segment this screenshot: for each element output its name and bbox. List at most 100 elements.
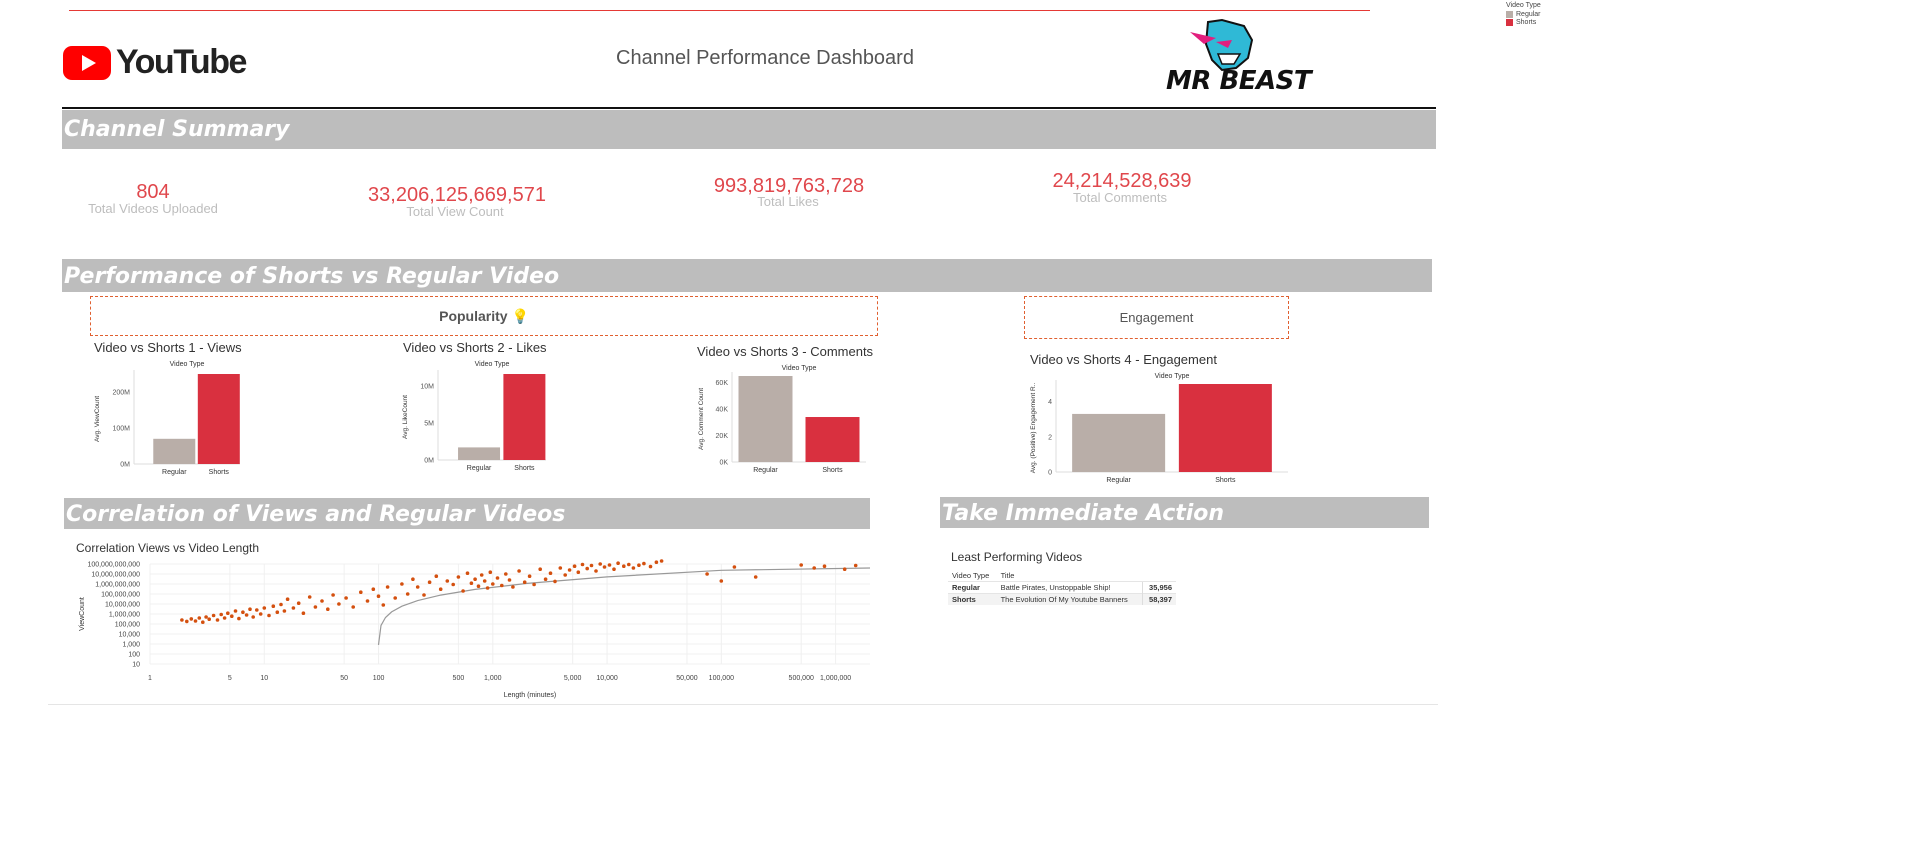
scatter-point — [255, 608, 259, 612]
table-row[interactable]: Regular Battle Pirates, Unstoppable Ship… — [948, 581, 1176, 594]
scatter-point — [193, 619, 198, 623]
scatter-point — [594, 569, 598, 573]
popularity-label: Popularity 💡 — [439, 307, 529, 324]
y-tick-label: 5M — [424, 420, 434, 427]
scatter-point — [622, 564, 626, 568]
comments-bar-chart: Video Type 0K 20K 40K 60K Avg. Comment Count R… — [698, 365, 866, 474]
scatter-point — [488, 570, 493, 574]
scatter-point — [853, 563, 858, 568]
y-tick-label: 1,000 — [122, 642, 140, 649]
x-tick-label: Shorts — [1215, 477, 1236, 484]
y-tick-label: 200M — [112, 390, 130, 397]
scatter-point — [553, 579, 557, 584]
chart-title-engagement: Video vs Shorts 4 - Engagement — [1030, 352, 1217, 367]
legend-title: Video Type — [1506, 2, 1541, 9]
x-tick-label: 50,000 — [676, 675, 698, 682]
legend-label: Regular — [1516, 11, 1541, 18]
cell-title: Battle Pirates, Unstoppable Ship! — [996, 581, 1143, 594]
bar-shorts — [503, 374, 546, 460]
scatter-point — [511, 585, 515, 589]
bar-regular — [153, 438, 196, 464]
scatter-point — [522, 580, 527, 584]
y-tick-label: 100,000 — [115, 622, 140, 629]
scatter-point — [491, 582, 495, 586]
scatter-point — [189, 617, 194, 621]
action-banner: Take Immediate Action — [940, 497, 1429, 528]
legend-swatch-shorts — [1506, 19, 1513, 26]
popularity-box: Popularity 💡 — [90, 296, 878, 336]
scatter-point — [567, 568, 572, 572]
scatter-point — [607, 563, 612, 567]
legend-item-shorts[interactable]: Shorts — [1506, 19, 1541, 26]
scatter-point — [572, 564, 577, 568]
scatter-point — [326, 607, 330, 611]
youtube-logo: YouTube — [63, 43, 247, 89]
y-tick-label: 0M — [424, 458, 434, 465]
scatter-point — [812, 566, 816, 570]
scatter-point — [393, 596, 398, 600]
scatter-point — [532, 582, 536, 587]
least-performing-table: Video Type Title Regular Battle Pirates,… — [948, 570, 1176, 605]
scatter-point — [291, 606, 296, 610]
scatter-point — [659, 559, 664, 563]
scatter-point — [180, 618, 184, 622]
scatter-point — [405, 592, 410, 596]
scatter-point — [585, 566, 589, 571]
scatter-point — [631, 566, 636, 570]
top-rule — [69, 10, 1370, 11]
y-tick-label: 0K — [719, 460, 728, 467]
scatter-point — [215, 618, 220, 622]
x-tick-label: 1 — [148, 675, 152, 682]
scatter-point — [427, 580, 432, 584]
x-tick-label: 100,000 — [709, 675, 734, 682]
scatter-point — [313, 605, 318, 609]
chart-title-comments: Video vs Shorts 3 - Comments — [697, 344, 874, 359]
bottom-rule — [48, 704, 1438, 705]
scatter-point — [461, 589, 465, 593]
x-tick-label: 1,000,000 — [820, 675, 851, 682]
y-tick-label: 0 — [1048, 470, 1052, 477]
scatter-point — [648, 564, 653, 569]
scatter-point — [237, 616, 241, 621]
scatter-point — [185, 619, 189, 624]
y-tick-label: 40K — [716, 407, 729, 414]
y-axis-title: ViewCount — [79, 597, 86, 631]
scatter-point — [705, 572, 709, 576]
x-tick-label: 10,000 — [596, 675, 618, 682]
bar-regular — [1072, 413, 1166, 472]
table-row[interactable]: Shorts The Evolution Of My Youtube Banne… — [948, 593, 1176, 605]
scatter-point — [320, 599, 324, 603]
y-tick-label: 4 — [1048, 399, 1052, 406]
x-tick-label: Regular — [467, 465, 492, 472]
scatter-point — [211, 613, 216, 618]
video-type-legend[interactable]: Video Type Regular Shorts — [1506, 2, 1541, 26]
scatter-point — [258, 612, 263, 616]
engagement-box: Engagement — [1024, 296, 1289, 339]
mrbeast-logo: MR BEAST — [1160, 18, 1312, 96]
scatter-point — [434, 574, 439, 578]
scatter-point — [527, 574, 532, 578]
scatter-point — [241, 610, 245, 614]
scatter-point — [351, 605, 356, 609]
y-tick-label: 100,000,000 — [101, 592, 140, 599]
scatter-point — [504, 572, 508, 576]
scatter-point — [465, 571, 470, 575]
y-axis-title: Avg. Comment Count — [698, 388, 705, 450]
x-tick-label: Shorts — [209, 469, 230, 476]
header-rule — [62, 107, 1436, 109]
youtube-wordmark: YouTube — [116, 43, 247, 81]
scatter-point — [282, 609, 287, 613]
scatter-point — [654, 560, 659, 564]
x-tick-label: Shorts — [514, 465, 535, 472]
scatter-point — [473, 577, 477, 581]
scatter-point — [576, 570, 581, 574]
y-tick-label: 100 — [128, 652, 140, 659]
legend-item-regular[interactable]: Regular — [1506, 11, 1541, 18]
y-tick-label: 2 — [1048, 434, 1052, 441]
x-tick-label: Regular — [1106, 477, 1131, 484]
scatter-point — [244, 613, 249, 617]
scatter-point — [279, 602, 283, 607]
scatter-point — [507, 578, 512, 582]
scatter-point — [753, 575, 758, 579]
scatter-point — [476, 584, 481, 588]
